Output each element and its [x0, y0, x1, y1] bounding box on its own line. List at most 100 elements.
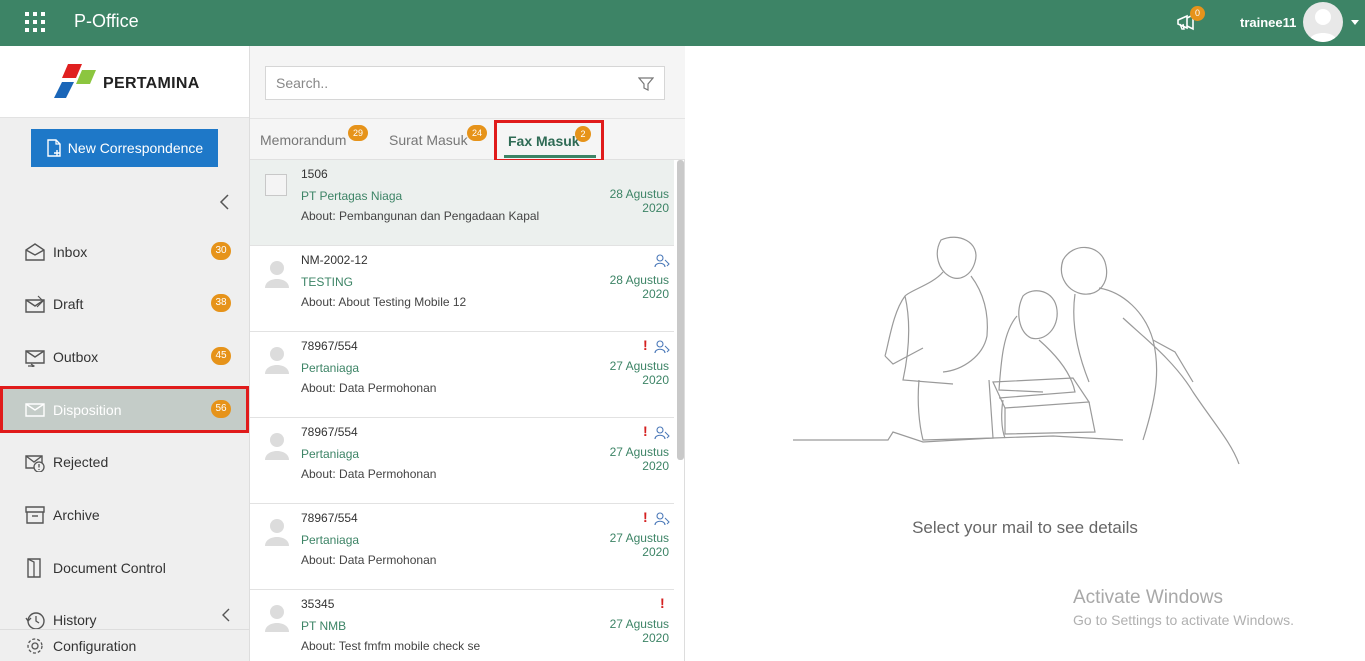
mail-number: 35345 — [301, 597, 335, 611]
urgent-icon: ! — [643, 337, 648, 353]
username[interactable]: trainee11 — [1240, 15, 1296, 30]
mail-sender: TESTING — [301, 275, 354, 289]
inbox-icon — [25, 243, 45, 261]
chevron-left-icon[interactable] — [218, 194, 232, 210]
sidebar-item-disposition[interactable]: Disposition 56 — [0, 386, 249, 433]
mail-number: NM-2002-12 — [301, 253, 368, 267]
disposition-user-icon — [654, 254, 670, 268]
tab-label: Fax Masuk — [508, 133, 580, 149]
empty-state-message: Select your mail to see details — [912, 518, 1138, 537]
tab-fax-masuk[interactable]: Fax Masuk 2 — [494, 120, 604, 162]
sidebar-item-document-control[interactable]: Document Control — [0, 546, 249, 590]
mail-subject: About: Data Permohonan — [301, 467, 437, 481]
sidebar-item-history[interactable]: History — [0, 598, 249, 630]
search-input[interactable] — [265, 66, 665, 100]
logo-text: PERTAMINA — [103, 75, 200, 92]
sidebar-item-label: Archive — [53, 507, 100, 523]
mail-number: 1506 — [301, 167, 328, 181]
chevron-down-icon[interactable] — [1351, 20, 1359, 25]
list-item[interactable]: 78967/554 ! Pertaniaga 27 Agustus 2020 A… — [250, 332, 674, 418]
mail-date: 28 Agustus 2020 — [609, 273, 669, 301]
tab-bar: Memorandum 29 Surat Masuk 24 Fax Masuk 2 — [250, 119, 685, 162]
urgent-icon: ! — [643, 509, 648, 525]
mail-date: 27 Agustus 2020 — [609, 359, 669, 387]
count-badge: 38 — [211, 294, 231, 312]
sidebar-item-label: History — [53, 612, 97, 628]
tab-label: Surat Masuk — [389, 132, 468, 148]
mail-date: 27 Agustus 2020 — [609, 531, 669, 559]
list-item[interactable]: 1506 PT Pertagas Niaga 28 Agustus 2020 A… — [250, 160, 674, 246]
avatar — [265, 261, 289, 288]
sidebar-item-outbox[interactable]: Outbox 45 — [0, 335, 249, 379]
filter-icon[interactable] — [638, 76, 654, 92]
scrollbar[interactable] — [677, 160, 684, 460]
tab-surat-masuk[interactable]: Surat Masuk 24 — [389, 119, 494, 160]
logo-area: PERTAMINA — [0, 46, 249, 118]
team-illustration — [793, 236, 1240, 465]
urgent-icon: ! — [643, 423, 648, 439]
list-item[interactable]: 78967/554 ! Pertaniaga 27 Agustus 2020 A… — [250, 418, 674, 504]
sidebar-item-label: Configuration — [53, 638, 137, 654]
mail-sender: Pertaniaga — [301, 361, 360, 375]
avatar — [265, 519, 289, 546]
notification-badge: 0 — [1190, 6, 1205, 21]
outbox-icon — [25, 350, 45, 367]
count-badge: 24 — [467, 125, 487, 141]
sidebar-item-draft[interactable]: Draft 38 — [0, 282, 249, 326]
new-document-icon — [47, 139, 61, 157]
avatar[interactable] — [1303, 2, 1343, 42]
urgent-icon: ! — [660, 595, 665, 611]
sidebar-item-rejected[interactable]: Rejected — [0, 440, 249, 484]
new-correspondence-label: New Correspondence — [67, 140, 204, 156]
row-checkbox[interactable] — [265, 174, 287, 196]
draft-icon — [25, 295, 45, 313]
sidebar-item-configuration[interactable]: Configuration — [0, 629, 249, 661]
sidebar-item-label: Outbox — [53, 349, 99, 365]
avatar — [265, 433, 289, 460]
archive-icon — [25, 506, 45, 524]
mail-date: 28 Agustus 2020 — [609, 187, 669, 215]
list-item[interactable]: NM-2002-12 TESTING 28 Agustus 2020 About… — [250, 246, 674, 332]
rejected-icon — [25, 455, 45, 472]
app-grid-icon[interactable] — [25, 12, 45, 32]
sidebar-item-label: Rejected — [53, 454, 109, 470]
mail-date: 27 Agustus 2020 — [609, 617, 669, 645]
disposition-user-icon — [654, 512, 670, 526]
chevron-left-icon[interactable] — [220, 608, 232, 622]
history-icon — [25, 612, 45, 630]
sidebar-item-label: Document Control — [53, 560, 166, 576]
mail-date: 27 Agustus 2020 — [609, 445, 669, 473]
sidebar: PERTAMINA New Correspondence Inbox 30 Dr… — [0, 46, 250, 661]
tab-memorandum[interactable]: Memorandum 29 — [260, 119, 380, 160]
count-badge: 45 — [211, 347, 231, 365]
app-title: P-Office — [74, 11, 139, 31]
new-correspondence-button[interactable]: New Correspondence — [31, 129, 218, 167]
active-tab-indicator — [504, 155, 596, 158]
avatar — [265, 605, 289, 632]
mail-sender: Pertaniaga — [301, 447, 360, 461]
count-badge: 56 — [211, 400, 231, 418]
disposition-user-icon — [654, 340, 670, 354]
avatar — [265, 347, 289, 374]
mail-list: 1506 PT Pertagas Niaga 28 Agustus 2020 A… — [250, 160, 685, 661]
sidebar-item-archive[interactable]: Archive — [0, 493, 249, 537]
sidebar-item-label: Inbox — [53, 244, 88, 260]
mail-subject: About: Data Permohonan — [301, 381, 437, 395]
mail-detail-panel: Select your mail to see details Activate… — [685, 46, 1365, 661]
sidebar-item-inbox[interactable]: Inbox 30 — [0, 230, 249, 274]
disposition-icon — [25, 403, 45, 417]
pertamina-logo-icon — [54, 64, 96, 98]
mail-sender: Pertaniaga — [301, 533, 360, 547]
sidebar-item-label: Draft — [53, 296, 84, 312]
mail-sender: PT NMB — [301, 619, 347, 633]
watermark-subtitle: Go to Settings to activate Windows. — [1073, 612, 1294, 628]
count-badge: 30 — [211, 242, 231, 260]
mail-number: 78967/554 — [301, 511, 358, 525]
mail-number: 78967/554 — [301, 425, 358, 439]
tab-label: Memorandum — [260, 132, 347, 148]
mail-subject: About: About Testing Mobile 12 — [301, 295, 467, 309]
list-item[interactable]: 35345 ! PT NMB 27 Agustus 2020 About: Te… — [250, 590, 674, 661]
list-item[interactable]: 78967/554 ! Pertaniaga 27 Agustus 2020 A… — [250, 504, 674, 590]
watermark-title: Activate Windows — [1073, 587, 1223, 608]
mail-list-panel: Memorandum 29 Surat Masuk 24 Fax Masuk 2… — [250, 46, 685, 661]
